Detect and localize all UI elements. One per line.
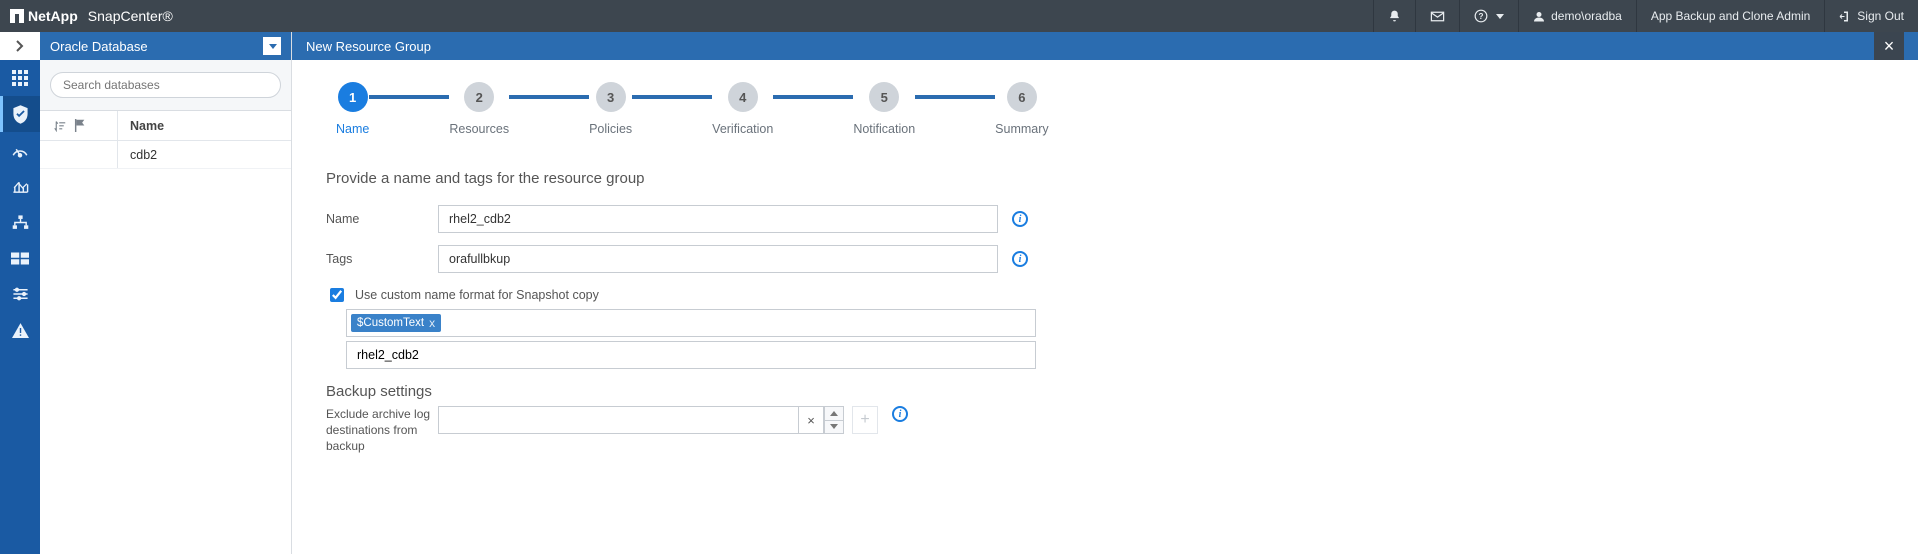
rail-settings[interactable] [0,276,40,312]
exclude-clear-button[interactable]: × [798,406,824,434]
warning-icon [12,323,29,338]
brand: NetApp SnapCenter® [10,8,173,24]
exclude-add-button[interactable]: + [852,406,878,434]
resource-table-header: Name [40,111,291,141]
step-summary[interactable]: 6 Summary [995,82,1048,136]
custom-name-token: $CustomText x [351,314,441,332]
rail-alerts[interactable] [0,312,40,348]
step-name[interactable]: 1 Name [336,82,369,136]
rail-monitor[interactable] [0,132,40,168]
main-header: New Resource Group × [292,32,1918,60]
rail-storage[interactable] [0,240,40,276]
step-verification[interactable]: 4 Verification [712,82,773,136]
nav-rail [0,32,40,554]
topbar-actions: ? demo\oradba App Backup and Clone Admin… [1373,0,1918,32]
name-label: Name [326,212,438,226]
help-button[interactable]: ? [1459,0,1518,32]
svg-text:?: ? [1479,12,1484,21]
token-remove-icon[interactable]: x [429,316,435,330]
signout-label: Sign Out [1857,9,1904,23]
tags-info-icon[interactable]: i [1012,251,1028,267]
name-input[interactable] [438,205,998,233]
chevron-down-icon [269,44,277,49]
help-icon: ? [1474,9,1488,23]
resource-scope-bar: Oracle Database [40,32,291,60]
role-label: App Backup and Clone Admin [1651,9,1810,23]
notifications-button[interactable] [1373,0,1415,32]
rail-dashboard[interactable] [0,60,40,96]
chevron-right-icon [16,40,24,52]
resource-panel: Oracle Database Name cdb2 [40,32,292,554]
main-title: New Resource Group [306,39,431,54]
exclude-spin-down[interactable] [824,421,844,435]
brand-logo: NetApp [10,8,78,24]
resource-group-form: Provide a name and tags for the resource… [326,170,1066,455]
exclude-spin-up[interactable] [824,406,844,421]
wizard-stepper: 1 Name 2 Resources 3 Policies 4 Verifica… [336,82,1874,136]
grid-icon [12,70,28,86]
gauge-icon [11,142,29,158]
custom-name-checkbox[interactable] [330,288,344,302]
rail-resources[interactable] [0,96,40,132]
netapp-logo-icon [10,9,24,23]
tags-input[interactable] [438,245,998,273]
step-notification[interactable]: 5 Notification [853,82,915,136]
step-policies[interactable]: 3 Policies [589,82,632,136]
chart-icon [12,179,29,194]
chevron-down-icon [830,424,838,429]
messages-button[interactable] [1415,0,1459,32]
storage-icon [11,252,29,265]
resource-scope-label: Oracle Database [50,39,148,54]
rail-reports[interactable] [0,168,40,204]
resource-search-input[interactable] [50,72,281,98]
user-icon [1533,10,1545,23]
resource-scope-dropdown[interactable] [263,37,281,55]
exclude-info-icon[interactable]: i [892,406,908,422]
resource-search-wrap [40,60,291,111]
form-heading: Provide a name and tags for the resource… [326,170,1066,187]
brand-name: NetApp [28,8,78,24]
main-area: New Resource Group × 1 Name 2 Resources [292,32,1918,554]
close-icon: × [1884,36,1895,57]
topbar: NetApp SnapCenter® ? demo\oradba App Bac… [0,0,1918,32]
resource-row[interactable]: cdb2 [40,141,291,169]
close-button[interactable]: × [1874,32,1904,60]
bell-icon [1388,9,1401,23]
shield-check-icon [12,105,29,124]
custom-name-input[interactable] [347,343,1035,367]
backup-settings-heading: Backup settings [326,383,1066,400]
mail-icon [1430,11,1445,22]
brand-product: SnapCenter® [88,8,173,24]
signout-icon [1839,10,1851,23]
custom-name-token-box[interactable]: $CustomText x [346,309,1036,337]
exclude-label: Exclude archive log destinations from ba… [326,406,438,455]
signout-button[interactable]: Sign Out [1824,0,1918,32]
chevron-down-icon [1496,14,1504,19]
resource-row-name: cdb2 [118,148,291,162]
custom-name-label: Use custom name format for Snapshot copy [355,288,599,302]
exclude-spinner [824,406,844,434]
flag-icon[interactable] [74,119,86,132]
user-label: demo\oradba [1551,9,1622,23]
role-label-button[interactable]: App Backup and Clone Admin [1636,0,1824,32]
step-resources[interactable]: 2 Resources [449,82,509,136]
name-info-icon[interactable]: i [1012,211,1028,227]
tags-label: Tags [326,252,438,266]
user-button[interactable]: demo\oradba [1518,0,1636,32]
chevron-up-icon [830,411,838,416]
rail-hosts[interactable] [0,204,40,240]
custom-name-input-wrap [346,341,1036,369]
rail-expand-button[interactable] [0,32,40,60]
resource-col-name: Name [118,119,291,133]
exclude-input[interactable] [438,406,798,434]
sliders-icon [12,287,29,301]
sitemap-icon [12,215,29,230]
sort-icon[interactable] [54,120,66,132]
